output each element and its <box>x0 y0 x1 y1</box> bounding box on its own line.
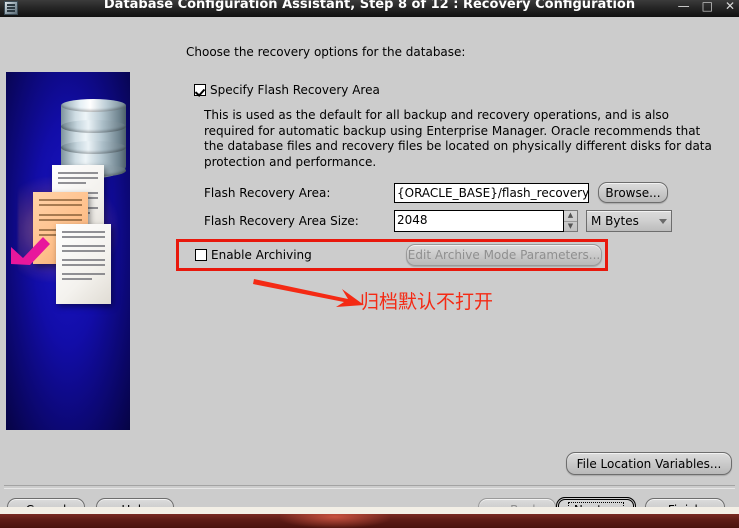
wizard-illustration <box>6 72 130 430</box>
edit-archive-mode-parameters-button: Edit Archive Mode Parameters... <box>406 244 602 266</box>
taskbar-highlight <box>280 514 390 528</box>
window-titlebar[interactable]: Database Configuration Assistant, Step 8… <box>0 0 739 17</box>
maximize-icon[interactable]: □ <box>702 0 713 14</box>
minimize-icon[interactable]: — <box>678 0 690 14</box>
pink-arrow-icon <box>11 237 50 265</box>
specify-flash-recovery-area-checkbox[interactable]: Specify Flash Recovery Area <box>194 83 380 97</box>
footer-divider <box>4 485 735 489</box>
flash-recovery-area-input[interactable]: {ORACLE_BASE}/flash_recovery_ <box>394 182 589 203</box>
chevron-down-icon[interactable] <box>659 218 667 224</box>
window-title: Database Configuration Assistant, Step 8… <box>103 0 636 12</box>
browse-button[interactable]: Browse... <box>598 182 668 203</box>
taskbar[interactable] <box>0 514 739 528</box>
stepper-up-icon[interactable]: ▲ <box>564 211 577 221</box>
enable-archiving-label: Enable Archiving <box>211 248 312 262</box>
flash-recovery-area-row: Flash Recovery Area: {ORACLE_BASE}/flash… <box>204 182 668 203</box>
close-icon[interactable]: ✕ <box>725 0 735 14</box>
size-unit-select[interactable]: M Bytes <box>586 210 672 232</box>
stepper-down-icon[interactable]: ▼ <box>564 220 577 232</box>
enable-archiving-checkbox[interactable]: Enable Archiving <box>195 248 312 262</box>
size-unit-value: M Bytes <box>591 214 639 228</box>
annotation-text: 归档默认不打开 <box>360 291 494 313</box>
flash-recovery-area-size-row: Flash Recovery Area Size: 2048 ▲ ▼ M Byt… <box>204 210 672 232</box>
description-text: This is used as the default for all back… <box>204 108 712 169</box>
window-content: Choose the recovery options for the data… <box>0 17 739 523</box>
specify-flash-recovery-area-label: Specify Flash Recovery Area <box>210 83 380 97</box>
dbca-window: Database Configuration Assistant, Step 8… <box>0 0 739 528</box>
checkbox-indicator[interactable] <box>195 249 207 261</box>
flash-recovery-area-size-label: Flash Recovery Area Size: <box>204 214 359 228</box>
checkbox-indicator[interactable] <box>194 84 206 96</box>
intro-text: Choose the recovery options for the data… <box>186 45 466 59</box>
flash-recovery-area-label: Flash Recovery Area: <box>204 185 331 200</box>
flash-recovery-area-size-stepper[interactable]: ▲ ▼ <box>564 210 578 232</box>
file-location-variables-button[interactable]: File Location Variables... <box>566 452 732 475</box>
annotation-arrow-icon <box>253 279 364 307</box>
document-icon <box>56 224 111 304</box>
window-controls: — □ ✕ <box>678 0 735 14</box>
flash-recovery-area-size-input[interactable]: 2048 <box>394 210 564 232</box>
